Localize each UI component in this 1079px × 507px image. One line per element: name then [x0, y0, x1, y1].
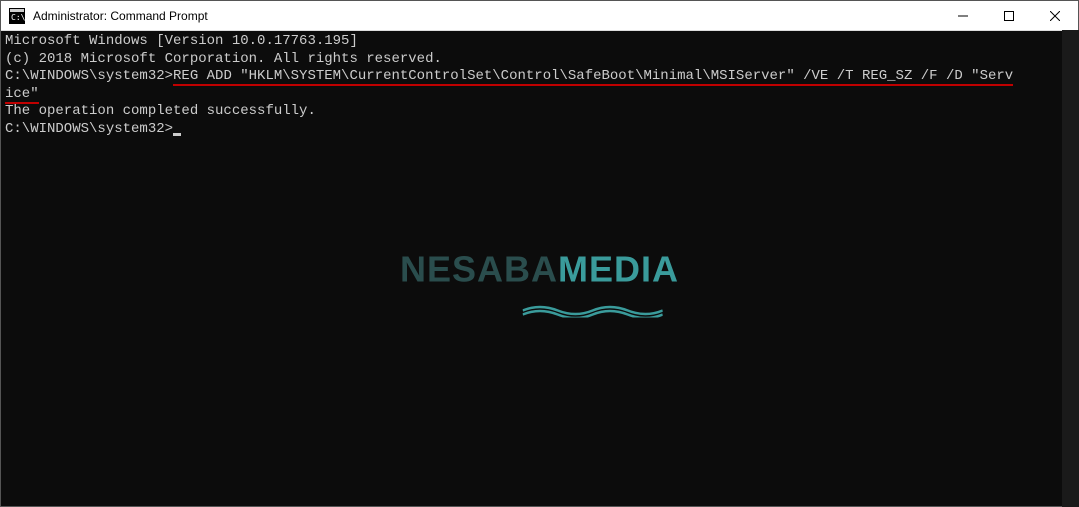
minimize-button[interactable] [940, 1, 986, 30]
command-prompt-window: C:\ Administrator: Command Prompt Micros… [0, 0, 1079, 507]
cursor-icon [173, 133, 181, 136]
terminal-command-line: C:\WINDOWS\system32>REG ADD "HKLM\SYSTEM… [5, 68, 1074, 86]
prompt: C:\WINDOWS\system32> [5, 68, 173, 84]
titlebar[interactable]: C:\ Administrator: Command Prompt [1, 1, 1078, 31]
maximize-button[interactable] [986, 1, 1032, 30]
close-button[interactable] [1032, 1, 1078, 30]
command-text-part1: REG ADD "HKLM\SYSTEM\CurrentControlSet\C… [173, 68, 1013, 86]
command-text-part2: ice" [5, 86, 39, 104]
window-controls [940, 1, 1078, 30]
svg-text:C:\: C:\ [11, 13, 25, 22]
watermark-text-1: NESABA [400, 248, 558, 289]
close-icon [1050, 11, 1060, 21]
prompt: C:\WINDOWS\system32> [5, 121, 173, 137]
watermark: NESABAMEDIA [400, 246, 679, 291]
wave-icon [523, 282, 663, 327]
window-title: Administrator: Command Prompt [33, 9, 940, 23]
terminal-line-version: Microsoft Windows [Version 10.0.17763.19… [5, 33, 1074, 51]
terminal-command-line-wrap: ice" [5, 86, 1074, 104]
vertical-scrollbar[interactable] [1062, 30, 1079, 507]
minimize-icon [958, 11, 968, 21]
terminal-result: The operation completed successfully. [5, 103, 1074, 121]
watermark-text-2: MEDIA [558, 248, 679, 289]
terminal-line-copyright: (c) 2018 Microsoft Corporation. All righ… [5, 51, 1074, 69]
terminal-prompt-line: C:\WINDOWS\system32> [5, 121, 1074, 139]
maximize-icon [1004, 11, 1014, 21]
terminal-body[interactable]: Microsoft Windows [Version 10.0.17763.19… [1, 31, 1078, 506]
cmd-icon: C:\ [9, 8, 25, 24]
